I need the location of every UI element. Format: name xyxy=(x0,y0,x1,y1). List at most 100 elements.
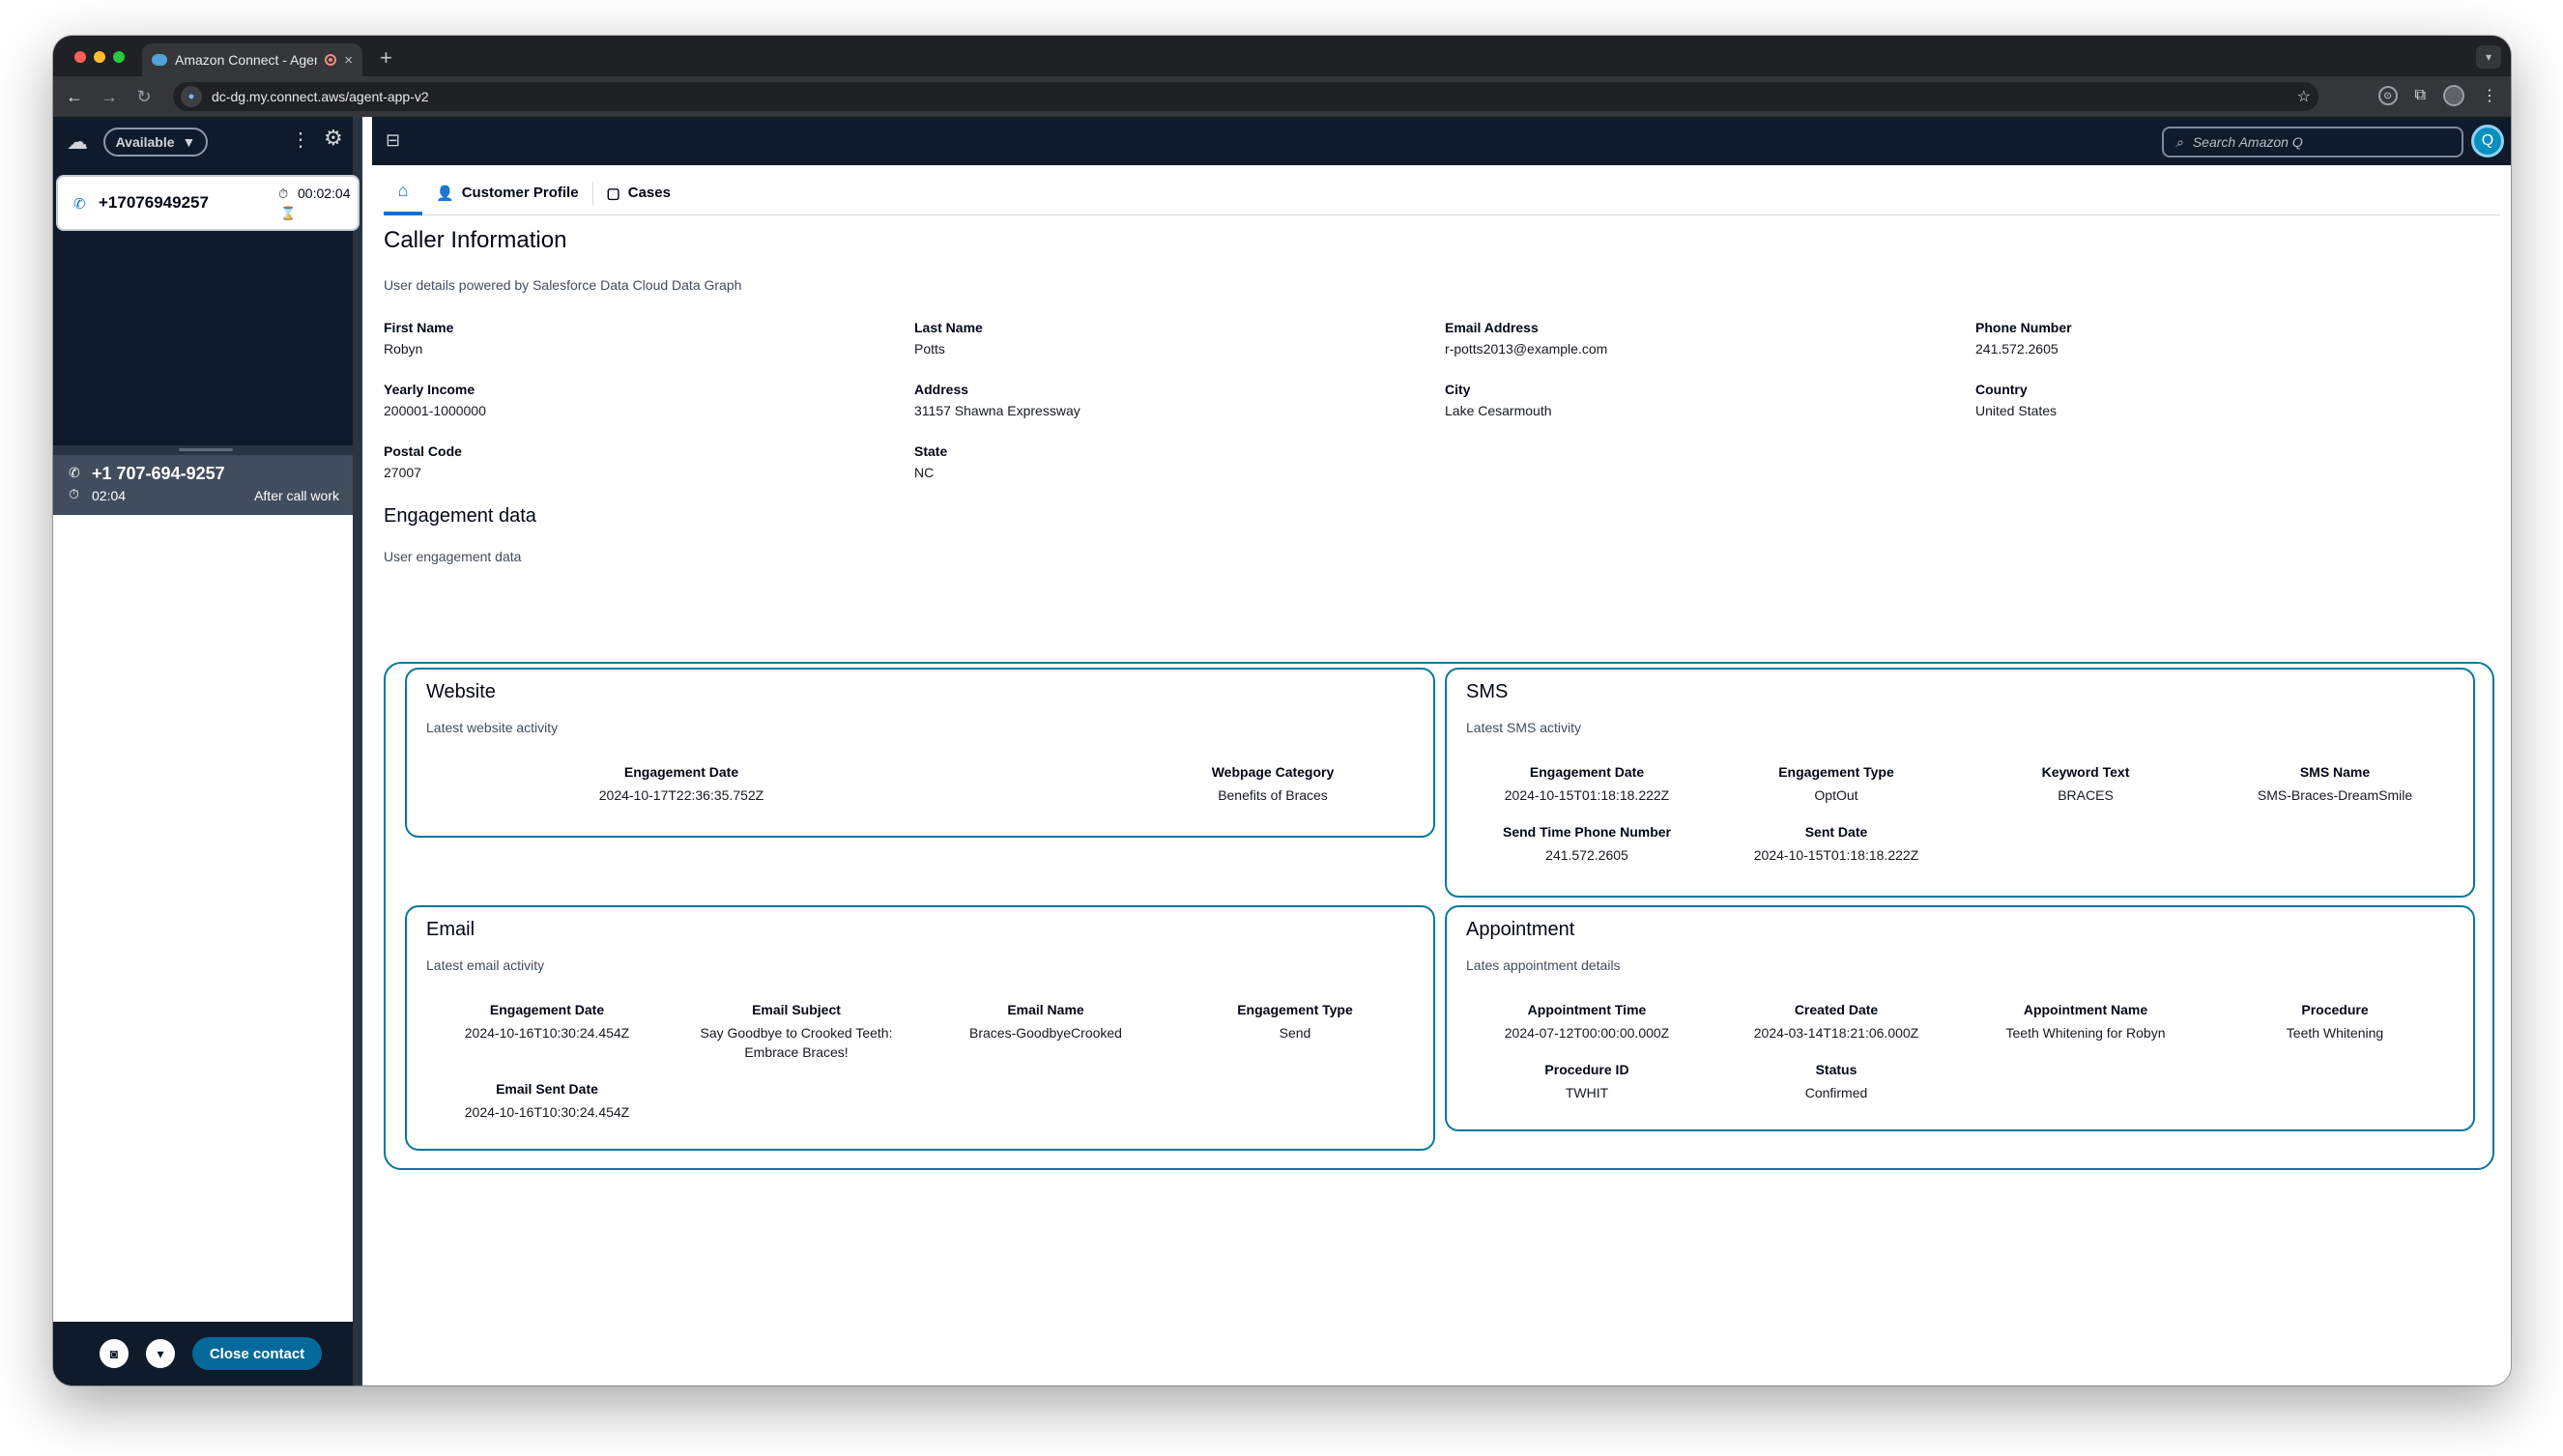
field-label: Webpage Category xyxy=(1211,764,1335,780)
field-label: Last Name xyxy=(914,320,983,335)
field-value: Lake Cesarmouth xyxy=(1445,403,1552,418)
card-subtitle: Latest SMS activity xyxy=(1466,720,1582,735)
email-field: Email Sent Date 2024-10-16T10:30:24.454Z xyxy=(422,1081,672,1122)
quick-connects-button[interactable]: ◙ xyxy=(100,1339,129,1368)
card-title: Website xyxy=(426,681,496,702)
field-income: Yearly Income 200001-1000000 xyxy=(384,382,914,418)
profile-avatar[interactable] xyxy=(2443,85,2464,106)
field-value: Teeth Whitening for Robyn xyxy=(2005,1025,2166,1041)
email-field: Engagement Type Send xyxy=(1170,1002,1420,1042)
field-label: Email Subject xyxy=(752,1002,841,1017)
field-value: United States xyxy=(1975,403,2058,418)
engagement-title: Engagement data xyxy=(384,505,536,527)
acw-phone-number: +1 707-694-9257 xyxy=(92,464,225,483)
workspace-tabs: ⌂ 👤 Customer Profile ▢ Cases xyxy=(384,171,2500,215)
browser-window: Amazon Connect - Agent × + ▾ ← → ↻ ● dc-… xyxy=(53,36,2511,1385)
tab-home[interactable]: ⌂ xyxy=(384,171,422,215)
field-value: SMS-Braces-DreamSmile xyxy=(2257,787,2413,803)
toggle-panel-icon[interactable]: ⊟ xyxy=(386,130,400,151)
website-field: Engagement Date 2024-10-17T22:36:35.752Z xyxy=(550,764,813,805)
field-country: Country United States xyxy=(1975,382,2506,418)
resize-handle[interactable] xyxy=(179,448,233,451)
amazon-q-icon: Q xyxy=(2481,132,2494,149)
contact-phone-number: +17076949257 xyxy=(99,193,209,212)
field-label: Engagement Date xyxy=(623,764,739,780)
amazon-q-search[interactable]: ⌕ Search Amazon Q xyxy=(2162,127,2463,157)
settings-gear-icon[interactable]: ⚙ xyxy=(324,126,343,151)
forward-button[interactable]: → xyxy=(92,87,127,107)
acw-state-label: After call work xyxy=(254,488,339,503)
browser-menu-icon[interactable]: ⋮ xyxy=(2482,86,2497,105)
clock-icon: ⏱ xyxy=(278,186,289,201)
browser-toolbar: ← → ↻ ● dc-dg.my.connect.aws/agent-app-v… xyxy=(53,76,2511,117)
acw-duration: 02:04 xyxy=(92,488,127,503)
agent-status-dropdown[interactable]: Available ▼ xyxy=(103,128,208,157)
field-label: Yearly Income xyxy=(384,382,475,397)
maximize-window-button[interactable] xyxy=(113,51,125,63)
browser-tab-title: Amazon Connect - Agent xyxy=(175,52,318,68)
after-call-work-card[interactable]: ✆ +1 707-694-9257 ⏱ 02:04 After call wor… xyxy=(53,455,353,515)
minimize-window-button[interactable] xyxy=(94,51,105,63)
field-value: 2024-03-14T18:21:06.000Z xyxy=(1753,1025,1919,1041)
extension-icon[interactable]: ⊙ xyxy=(2377,86,2398,105)
new-tab-button[interactable]: + xyxy=(380,45,392,71)
field-label: Procedure xyxy=(2301,1002,2369,1017)
field-value: Robyn xyxy=(384,341,423,357)
user-icon: 👤 xyxy=(436,185,454,202)
close-window-button[interactable] xyxy=(74,51,86,63)
field-label: Appointment Time xyxy=(1527,1002,1647,1017)
caret-down-icon: ▼ xyxy=(182,134,196,150)
field-label: City xyxy=(1445,382,1471,397)
reload-button[interactable]: ↻ xyxy=(127,87,161,107)
field-value: 2024-07-12T00:00:00.000Z xyxy=(1504,1025,1670,1041)
tab-search-button[interactable]: ▾ xyxy=(2476,45,2501,69)
sms-field: Keyword Text BRACES xyxy=(1961,764,2210,805)
quick-connect-icon: ◙ xyxy=(109,1346,119,1361)
close-contact-button[interactable]: Close contact xyxy=(192,1337,322,1370)
field-label: Send Time Phone Number xyxy=(1503,824,1671,840)
address-bar[interactable]: ● dc-dg.my.connect.aws/agent-app-v2 ☆ xyxy=(173,82,2318,111)
field-value: Braces-GoodbyeCrooked xyxy=(969,1025,1122,1041)
field-label: Country xyxy=(1975,382,2028,397)
field-label: State xyxy=(914,443,948,459)
browser-tab[interactable]: Amazon Connect - Agent × xyxy=(142,43,362,76)
bookmark-star-icon[interactable]: ☆ xyxy=(2297,87,2311,106)
phone-icon: ✆ xyxy=(73,196,86,213)
website-field: Webpage Category Benefits of Braces xyxy=(1141,764,1404,805)
tab-label: Customer Profile xyxy=(461,185,579,201)
card-subtitle: Lates appointment details xyxy=(1466,957,1621,973)
url-text: dc-dg.my.connect.aws/agent-app-v2 xyxy=(212,89,429,104)
email-field: Engagement Date 2024-10-16T10:30:24.454Z xyxy=(422,1002,672,1042)
field-first-name: First Name Robyn xyxy=(384,320,914,357)
appointment-field: Procedure Teeth Whitening xyxy=(2210,1002,2460,1042)
field-label: Status xyxy=(1815,1062,1857,1077)
more-actions-button[interactable]: ▾ xyxy=(146,1339,175,1368)
tab-close-button[interactable]: × xyxy=(344,52,353,69)
back-button[interactable]: ← xyxy=(57,87,92,107)
extensions-puzzle-icon[interactable]: ⧉ xyxy=(2415,87,2426,104)
field-label: First Name xyxy=(384,320,454,335)
caller-information-section: Caller Information User details powered … xyxy=(384,217,2500,1170)
field-label: Engagement Type xyxy=(1237,1002,1353,1017)
card-title: Appointment xyxy=(1466,919,1575,940)
card-title: SMS xyxy=(1466,681,1509,702)
tab-cases[interactable]: ▢ Cases xyxy=(593,182,684,205)
field-label: Email Sent Date xyxy=(496,1081,598,1097)
card-subtitle: Latest email activity xyxy=(426,957,545,973)
field-value: TWHIT xyxy=(1565,1085,1609,1100)
site-info-icon[interactable]: ● xyxy=(181,86,202,107)
field-value: r-potts2013@example.com xyxy=(1445,341,1608,357)
engagement-container: Website Latest website activity Engageme… xyxy=(384,662,2494,1170)
more-options-icon[interactable]: ⋮ xyxy=(291,128,310,152)
field-value: Confirmed xyxy=(1804,1085,1868,1100)
field-value: BRACES xyxy=(2058,787,2114,803)
chevron-down-icon: ▾ xyxy=(2485,50,2492,64)
appointment-field: Appointment Name Teeth Whitening for Roby… xyxy=(1961,1002,2210,1042)
active-contact-card[interactable]: ✆ +17076949257 ⏱ 00:02:04 ⌛ xyxy=(58,177,358,229)
tab-customer-profile[interactable]: 👤 Customer Profile xyxy=(422,181,593,205)
connect-cloud-logo-icon: ☁ xyxy=(67,129,88,154)
agent-workspace-page: ☁ Available ▼ ⋮ ⚙ ✆ +17076949257 ⏱ 00:02… xyxy=(53,117,2511,1385)
amazon-q-button[interactable]: Q xyxy=(2471,125,2504,157)
caller-info-subtitle: User details powered by Salesforce Data … xyxy=(384,277,742,293)
field-value: OptOut xyxy=(1814,787,1858,803)
